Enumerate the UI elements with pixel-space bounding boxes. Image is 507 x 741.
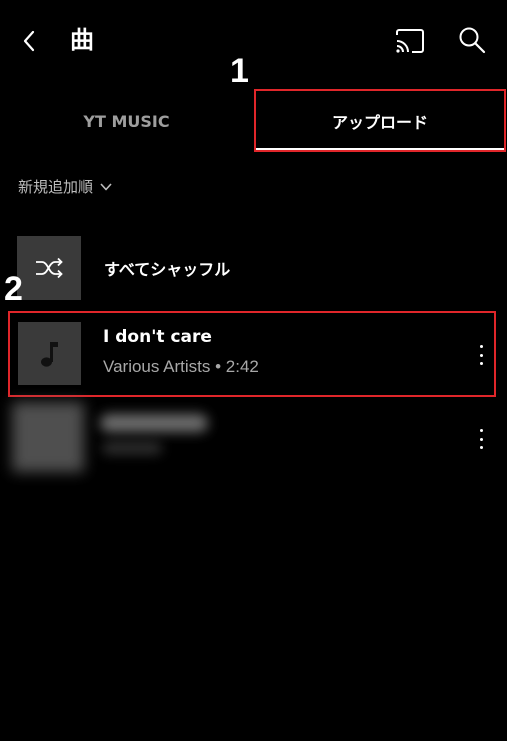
back-button[interactable]: [14, 26, 44, 56]
blurred-song-more-menu-button[interactable]: [475, 429, 487, 449]
shuffle-all-label[interactable]: すべてシャッフル: [104, 256, 230, 280]
tab-yt-music[interactable]: YT MUSIC: [0, 92, 253, 150]
cast-button[interactable]: [393, 26, 427, 56]
sort-dropdown[interactable]: 新規追加順: [18, 176, 113, 197]
blurred-song-thumbnail[interactable]: [12, 402, 84, 472]
search-button[interactable]: [456, 24, 488, 56]
sort-label: 新規追加順: [18, 178, 94, 196]
annotation-marker-2: 2: [4, 270, 23, 308]
annotation-marker-1: 1: [230, 52, 249, 90]
blurred-song-subtitle: [102, 442, 162, 454]
chevron-down-icon: [100, 182, 112, 190]
shuffle-all-thumbnail[interactable]: [17, 236, 81, 300]
chevron-left-icon: [23, 30, 35, 52]
blurred-song-title: [100, 414, 208, 432]
page-title: 曲: [70, 26, 94, 54]
annotation-highlight-song-row: [8, 311, 496, 397]
cast-icon: [396, 29, 424, 53]
shuffle-icon: [36, 257, 63, 279]
annotation-highlight-uploads-tab: [254, 89, 506, 152]
search-icon: [459, 27, 486, 54]
more-vert-icon: [479, 429, 483, 432]
